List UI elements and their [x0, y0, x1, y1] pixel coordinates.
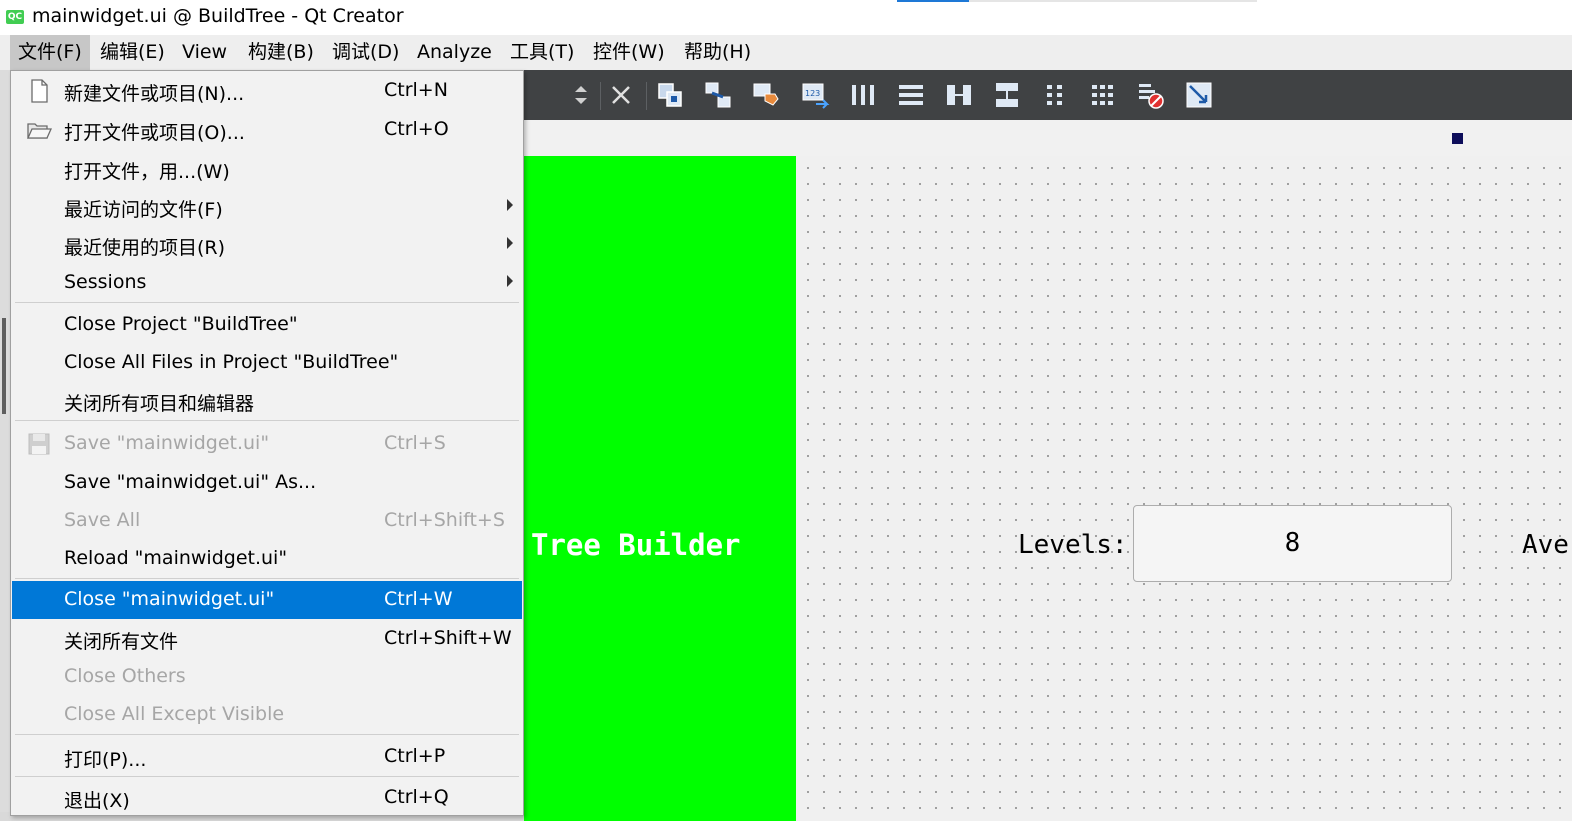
menu-separator — [15, 734, 519, 735]
layout-horizontal-splitter-icon[interactable] — [944, 80, 974, 110]
menu-item-label: Close Others — [64, 665, 186, 687]
menu-separator — [15, 420, 519, 421]
menu-item-shortcut: Ctrl+Shift+S — [384, 509, 505, 531]
menu-separator — [15, 578, 519, 579]
submenu-arrow-icon — [507, 199, 513, 211]
menu-item-label: Sessions — [64, 271, 147, 293]
menu-item-close-all-except-visible: Close All Except Visible — [12, 696, 522, 734]
menu-item-shortcut: Ctrl+Shift+W — [384, 627, 512, 649]
new-file-icon — [31, 79, 48, 103]
menu-item-label: 退出(X) — [64, 790, 130, 812]
menu-item-save-as[interactable]: Save "mainwidget.ui" As... — [12, 464, 522, 502]
menu-item-exit[interactable]: 退出(X) Ctrl+Q — [12, 779, 522, 817]
menu-item-save: Save "mainwidget.ui" Ctrl+S — [12, 425, 522, 463]
title-bar: QC mainwidget.ui @ BuildTree - Qt Creato… — [0, 0, 1572, 35]
menu-item-recent-projects[interactable]: 最近使用的项目(R) — [12, 226, 522, 264]
layout-vertical-icon[interactable] — [896, 80, 926, 110]
menu-item-close-file[interactable]: Close "mainwidget.ui" Ctrl+W — [12, 581, 522, 619]
title-tab-active-indicator — [897, 0, 969, 2]
menu-item-open-file-or-project[interactable]: 打开文件或项目(O)... Ctrl+O — [12, 111, 522, 149]
sidebar-splitter-handle[interactable] — [2, 318, 6, 414]
break-layout-red-icon[interactable] — [1136, 80, 1166, 110]
file-menu-dropdown: 新建文件或项目(N)... Ctrl+N 打开文件或项目(O)... Ctrl+… — [10, 70, 524, 816]
menu-item-close-all-files-in-project[interactable]: Close All Files in Project "BuildTree" — [12, 344, 522, 382]
submenu-arrow-icon — [507, 275, 513, 287]
svg-text:123: 123 — [805, 89, 820, 98]
levels-input[interactable]: 8 — [1133, 505, 1452, 582]
menu-item-label: Close "mainwidget.ui" — [64, 588, 275, 610]
menu-item-recent-files[interactable]: 最近访问的文件(F) — [12, 188, 522, 226]
ave-label: Ave — [1522, 530, 1569, 560]
menu-item-close-project[interactable]: Close Project "BuildTree" — [12, 306, 522, 344]
menu-item-label: 最近使用的项目(R) — [64, 237, 226, 259]
menu-bar: 文件(F) 编辑(E) View 构建(B) 调试(D) Analyze 工具(… — [0, 35, 1572, 71]
toolbar-separator — [646, 82, 647, 110]
menu-item-shortcut: Ctrl+S — [384, 432, 446, 454]
adjust-size-icon[interactable] — [1184, 80, 1214, 110]
menu-item-label: 关闭所有文件 — [64, 631, 179, 653]
menu-item-shortcut: Ctrl+P — [384, 745, 446, 767]
menu-item-close-all-projects-and-editors[interactable]: 关闭所有项目和编辑器 — [12, 382, 522, 420]
menu-item-label: 关闭所有项目和编辑器 — [64, 393, 255, 415]
edit-widgets-icon[interactable] — [655, 80, 685, 110]
layout-grid-icon[interactable] — [1088, 80, 1118, 110]
menu-item-label: Save "mainwidget.ui" — [64, 432, 270, 454]
menu-item-reload[interactable]: Reload "mainwidget.ui" — [12, 540, 522, 578]
layout-vertical-splitter-icon[interactable] — [992, 80, 1022, 110]
edit-signals-slots-icon[interactable] — [703, 80, 733, 110]
menu-item-label: Close All Except Visible — [64, 703, 285, 725]
tree-builder-label: Tree Builder — [531, 528, 741, 562]
qt-creator-app-icon: QC — [6, 10, 24, 24]
spin-arrows-icon[interactable] — [566, 80, 596, 110]
title-tab-strip — [897, 0, 1257, 2]
menu-item-label: Close All Files in Project "BuildTree" — [64, 351, 399, 373]
menu-item-sessions[interactable]: Sessions — [12, 264, 522, 302]
menu-widgets[interactable]: 控件(W) — [585, 35, 673, 70]
window-title: mainwidget.ui @ BuildTree - Qt Creator — [32, 5, 404, 27]
menu-item-print[interactable]: 打印(P)... Ctrl+P — [12, 738, 522, 776]
menu-item-label: Close Project "BuildTree" — [64, 313, 298, 335]
levels-label: Levels: — [1018, 530, 1128, 560]
menu-item-label: Reload "mainwidget.ui" — [64, 547, 288, 569]
menu-help[interactable]: 帮助(H) — [676, 35, 759, 70]
menu-item-close-all-files[interactable]: 关闭所有文件 Ctrl+Shift+W — [12, 620, 522, 658]
menu-separator — [15, 776, 519, 777]
edit-tab-order-icon[interactable]: 123 — [800, 80, 830, 110]
menu-separator — [15, 302, 519, 303]
form-editor-toolbar: 123 — [524, 70, 1572, 120]
selection-handle[interactable] — [1452, 133, 1463, 144]
menu-debug[interactable]: 调试(D) — [324, 35, 407, 70]
menu-tools[interactable]: 工具(T) — [502, 35, 582, 70]
menu-item-shortcut: Ctrl+W — [384, 588, 453, 610]
menu-item-label: Save All — [64, 509, 141, 531]
menu-build[interactable]: 构建(B) — [240, 35, 322, 70]
menu-item-save-all: Save All Ctrl+Shift+S — [12, 502, 522, 540]
menu-item-shortcut: Ctrl+O — [384, 118, 449, 140]
break-layout-icon[interactable] — [606, 80, 636, 110]
menu-item-label: 最近访问的文件(F) — [64, 199, 223, 221]
menu-item-close-others: Close Others — [12, 658, 522, 696]
edit-buddies-icon[interactable] — [751, 80, 781, 110]
toolbar-separator — [600, 82, 601, 110]
menu-edit[interactable]: 编辑(E) — [92, 35, 173, 70]
submenu-arrow-icon — [507, 237, 513, 249]
tree-builder-panel[interactable] — [524, 156, 796, 821]
menu-file[interactable]: 文件(F) — [10, 35, 90, 70]
menu-item-shortcut: Ctrl+Q — [384, 786, 449, 808]
menu-item-label: 打印(P)... — [64, 749, 147, 771]
menu-analyze[interactable]: Analyze — [409, 35, 500, 70]
menu-item-label: 新建文件或项目(N)... — [64, 83, 245, 105]
menu-item-open-file-with[interactable]: 打开文件，用...(W) — [12, 150, 522, 188]
open-folder-icon — [26, 123, 52, 139]
save-disk-icon — [28, 433, 50, 455]
menu-item-shortcut: Ctrl+N — [384, 79, 448, 101]
menu-view[interactable]: View — [174, 35, 235, 70]
menu-item-label: Save "mainwidget.ui" As... — [64, 471, 317, 493]
layout-horizontal-icon[interactable] — [848, 80, 878, 110]
menu-item-new-file-or-project[interactable]: 新建文件或项目(N)... Ctrl+N — [12, 72, 522, 110]
form-top-strip — [524, 120, 1572, 157]
menu-item-label: 打开文件，用...(W) — [64, 161, 230, 183]
menu-item-label: 打开文件或项目(O)... — [64, 122, 245, 144]
layout-form-icon[interactable] — [1040, 80, 1070, 110]
